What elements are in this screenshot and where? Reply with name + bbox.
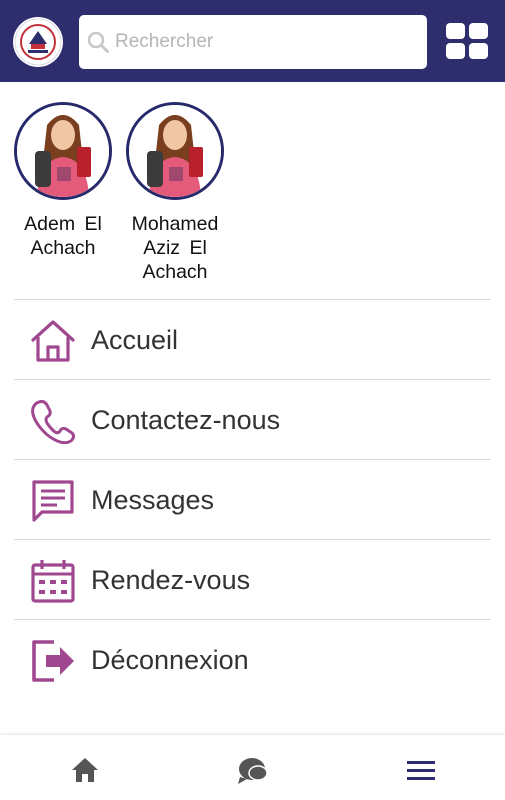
search-icon — [87, 31, 109, 53]
menu-icon — [407, 761, 435, 780]
apps-grid-button[interactable] — [446, 23, 488, 59]
home-icon — [72, 758, 98, 782]
menu-item-deconnexion[interactable]: Déconnexion — [14, 619, 491, 699]
menu-item-label: Déconnexion — [91, 645, 249, 675]
child-card[interactable]: Mohamed Aziz El Achach — [119, 100, 231, 284]
child-name: Adem El Achach — [24, 213, 102, 259]
children-list: Adem El Achach Mohamed Aziz El Achach — [0, 100, 505, 300]
nav-menu-button[interactable] — [405, 755, 439, 785]
school-logo-icon — [14, 18, 62, 66]
child-name: Mohamed Aziz El Achach — [131, 213, 219, 283]
message-icon — [32, 480, 74, 522]
menu-item-rendez-vous[interactable]: Rendez-vous — [14, 539, 491, 619]
logout-icon — [32, 640, 74, 682]
calendar-icon — [31, 560, 75, 603]
nav-home-button[interactable] — [68, 755, 102, 785]
student-avatar-icon — [129, 105, 221, 197]
school-logo[interactable] — [13, 17, 63, 67]
bottom-navigation — [0, 735, 505, 800]
search-bar[interactable] — [79, 15, 427, 69]
child-card[interactable]: Adem El Achach — [7, 100, 119, 260]
student-avatar-icon — [17, 105, 109, 197]
child-avatar — [14, 102, 112, 200]
menu-item-label: Accueil — [91, 325, 179, 355]
home-outline-icon — [31, 320, 75, 362]
menu-item-label: Contactez-nous — [91, 405, 281, 435]
menu-item-accueil[interactable]: Accueil — [14, 299, 491, 379]
menu-item-messages[interactable]: Messages — [14, 459, 491, 539]
main-menu: Accueil Contactez-nous Messages Rendez-v… — [14, 299, 491, 699]
menu-item-label: Rendez-vous — [91, 565, 251, 595]
phone-icon — [31, 399, 75, 444]
top-app-bar — [0, 0, 505, 82]
child-avatar — [126, 102, 224, 200]
search-input[interactable] — [115, 25, 415, 59]
menu-item-label: Messages — [91, 485, 215, 515]
menu-item-contactez-nous[interactable]: Contactez-nous — [14, 379, 491, 459]
nav-chat-button[interactable] — [236, 755, 270, 785]
chat-icon — [238, 758, 268, 784]
